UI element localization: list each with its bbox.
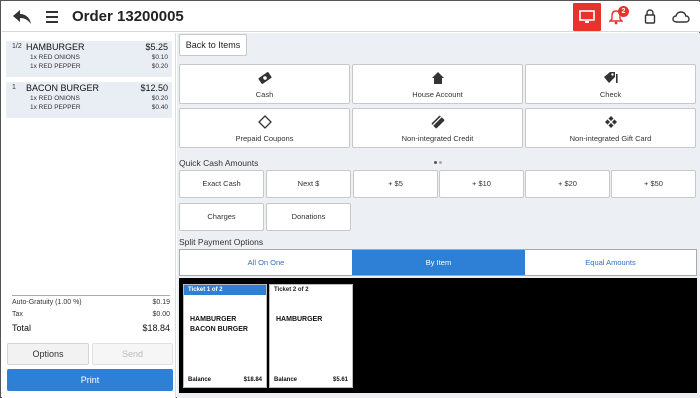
ticket-header: Ticket 2 of 2 [274, 287, 309, 293]
modifier-row: 1x RED ONIONS $0.20 [6, 94, 172, 103]
prepaid-coupons-button[interactable]: Prepaid Coupons [179, 108, 350, 148]
split-payment-title: Split Payment Options [179, 237, 264, 247]
display-button[interactable] [573, 3, 601, 31]
notification-badge: 2 [618, 6, 629, 17]
gratuity-value: $0.19 [152, 299, 170, 306]
order-totals: Auto-Gratuity (1.00 %) $0.19 Tax $0.00 T… [12, 295, 170, 337]
order-item[interactable]: 1/2 HAMBURGER $5.25 1x RED ONIONS $0.10 … [6, 41, 172, 77]
modifier-row: 1x RED PEPPER $0.40 [6, 103, 172, 112]
non-integrated-credit-button[interactable]: Non-integrated Credit [352, 108, 523, 148]
lock-icon[interactable] [644, 9, 656, 24]
plus-50-button[interactable]: + $50 [611, 170, 696, 198]
item-price: $12.50 [140, 83, 168, 93]
item-name: HAMBURGER [26, 42, 85, 52]
check-button[interactable]: Check [525, 64, 696, 104]
prepaid-coupons-label: Prepaid Coupons [235, 134, 294, 143]
monitor-icon [579, 10, 595, 23]
back-arrow-icon[interactable] [12, 8, 32, 26]
top-bar: Order 13200005 2 [2, 2, 700, 32]
tab-all-on-one[interactable]: All On One [180, 250, 352, 275]
exact-cash-button[interactable]: Exact Cash [179, 170, 264, 198]
balance-value: $18.84 [243, 377, 262, 383]
quick-cash-title: Quick Cash Amounts [179, 158, 259, 168]
tax-row: Tax $0.00 [12, 311, 170, 323]
payment-panel: Back to Items Cash House Account Check P… [177, 33, 700, 398]
gift-card-icon [604, 116, 617, 128]
split-payment-tabs: All On One By Item Equal Amounts [179, 249, 697, 276]
non-integrated-gift-card-label: Non-integrated Gift Card [569, 134, 652, 143]
ticket-balance: Balance $5.61 [274, 377, 348, 383]
balance-value: $5.61 [332, 377, 348, 383]
item-qty: 1/2 [12, 43, 22, 50]
modifier-price: $0.20 [151, 63, 168, 70]
options-button[interactable]: Options [7, 343, 89, 365]
ticket-item: BACON BURGER [190, 326, 248, 333]
item-qty: 1 [12, 84, 16, 91]
modifier-price: $0.40 [151, 104, 168, 111]
ticket-area: Ticket 1 of 2 HAMBURGER BACON BURGER Bal… [179, 278, 697, 393]
non-integrated-gift-card-button[interactable]: Non-integrated Gift Card [525, 108, 696, 148]
coupon-icon [257, 115, 272, 129]
order-item[interactable]: 1 BACON BURGER $12.50 1x RED ONIONS $0.2… [6, 82, 172, 118]
tab-equal-amounts[interactable]: Equal Amounts [525, 250, 696, 275]
modifier-name: 1x RED ONIONS [30, 95, 80, 102]
modifier-row: 1x RED ONIONS $0.10 [6, 53, 172, 62]
modifier-name: 1x RED PEPPER [30, 104, 81, 111]
house-account-label: House Account [412, 90, 463, 99]
modifier-row: 1x RED PEPPER $0.20 [6, 62, 172, 71]
modifier-price: $0.10 [151, 54, 168, 61]
order-title: Order 13200005 [72, 8, 184, 25]
next-dollar-button[interactable]: Next $ [266, 170, 351, 198]
ticket-card[interactable]: Ticket 2 of 2 HAMBURGER Balance $5.61 [269, 284, 353, 388]
item-price: $5.25 [145, 42, 168, 52]
check-icon [603, 72, 618, 83]
tax-value: $0.00 [152, 311, 170, 318]
hamburger-menu-icon[interactable] [46, 11, 58, 23]
gratuity-label: Auto-Gratuity (1.00 %) [12, 299, 82, 306]
print-button[interactable]: Print [7, 369, 173, 391]
cloud-icon[interactable] [672, 11, 690, 23]
house-icon [431, 72, 444, 84]
tax-label: Tax [12, 311, 23, 318]
total-value: $18.84 [142, 323, 170, 333]
non-integrated-credit-label: Non-integrated Credit [401, 134, 474, 143]
ticket-item: HAMBURGER [190, 316, 237, 323]
house-account-button[interactable]: House Account [352, 64, 523, 104]
charges-button[interactable]: Charges [179, 203, 264, 231]
plus-20-button[interactable]: + $20 [525, 170, 610, 198]
gratuity-row: Auto-Gratuity (1.00 %) $0.19 [12, 299, 170, 311]
donations-button[interactable]: Donations [266, 203, 351, 231]
total-label: Total [12, 323, 32, 333]
plus-10-button[interactable]: + $10 [439, 170, 524, 198]
modifier-price: $0.20 [151, 95, 168, 102]
app-frame: Order 13200005 2 1/2 HAMBURGER $5.25 1x … [0, 0, 700, 398]
order-panel: 1/2 HAMBURGER $5.25 1x RED ONIONS $0.10 … [2, 33, 176, 398]
modifier-name: 1x RED ONIONS [30, 54, 80, 61]
ticket-header: Ticket 1 of 2 [184, 285, 266, 295]
tab-by-item[interactable]: By Item [352, 250, 525, 275]
plus-5-button[interactable]: + $5 [353, 170, 438, 198]
balance-label: Balance [188, 377, 212, 383]
ticket-item: HAMBURGER [276, 316, 323, 323]
ticket-balance: Balance $18.84 [188, 377, 262, 383]
back-to-items-button[interactable]: Back to Items [179, 34, 247, 56]
page-indicator[interactable] [434, 151, 444, 169]
cash-label: Cash [255, 90, 274, 99]
balance-label: Balance [274, 377, 298, 383]
check-label: Check [599, 90, 622, 99]
credit-card-icon [431, 115, 444, 129]
cash-icon [257, 72, 272, 84]
total-row: Total $18.84 [12, 323, 170, 337]
send-button[interactable]: Send [92, 343, 173, 365]
cash-button[interactable]: Cash [179, 64, 350, 104]
item-name: BACON BURGER [26, 83, 100, 93]
modifier-name: 1x RED PEPPER [30, 63, 81, 70]
ticket-card[interactable]: Ticket 1 of 2 HAMBURGER BACON BURGER Bal… [183, 284, 267, 388]
